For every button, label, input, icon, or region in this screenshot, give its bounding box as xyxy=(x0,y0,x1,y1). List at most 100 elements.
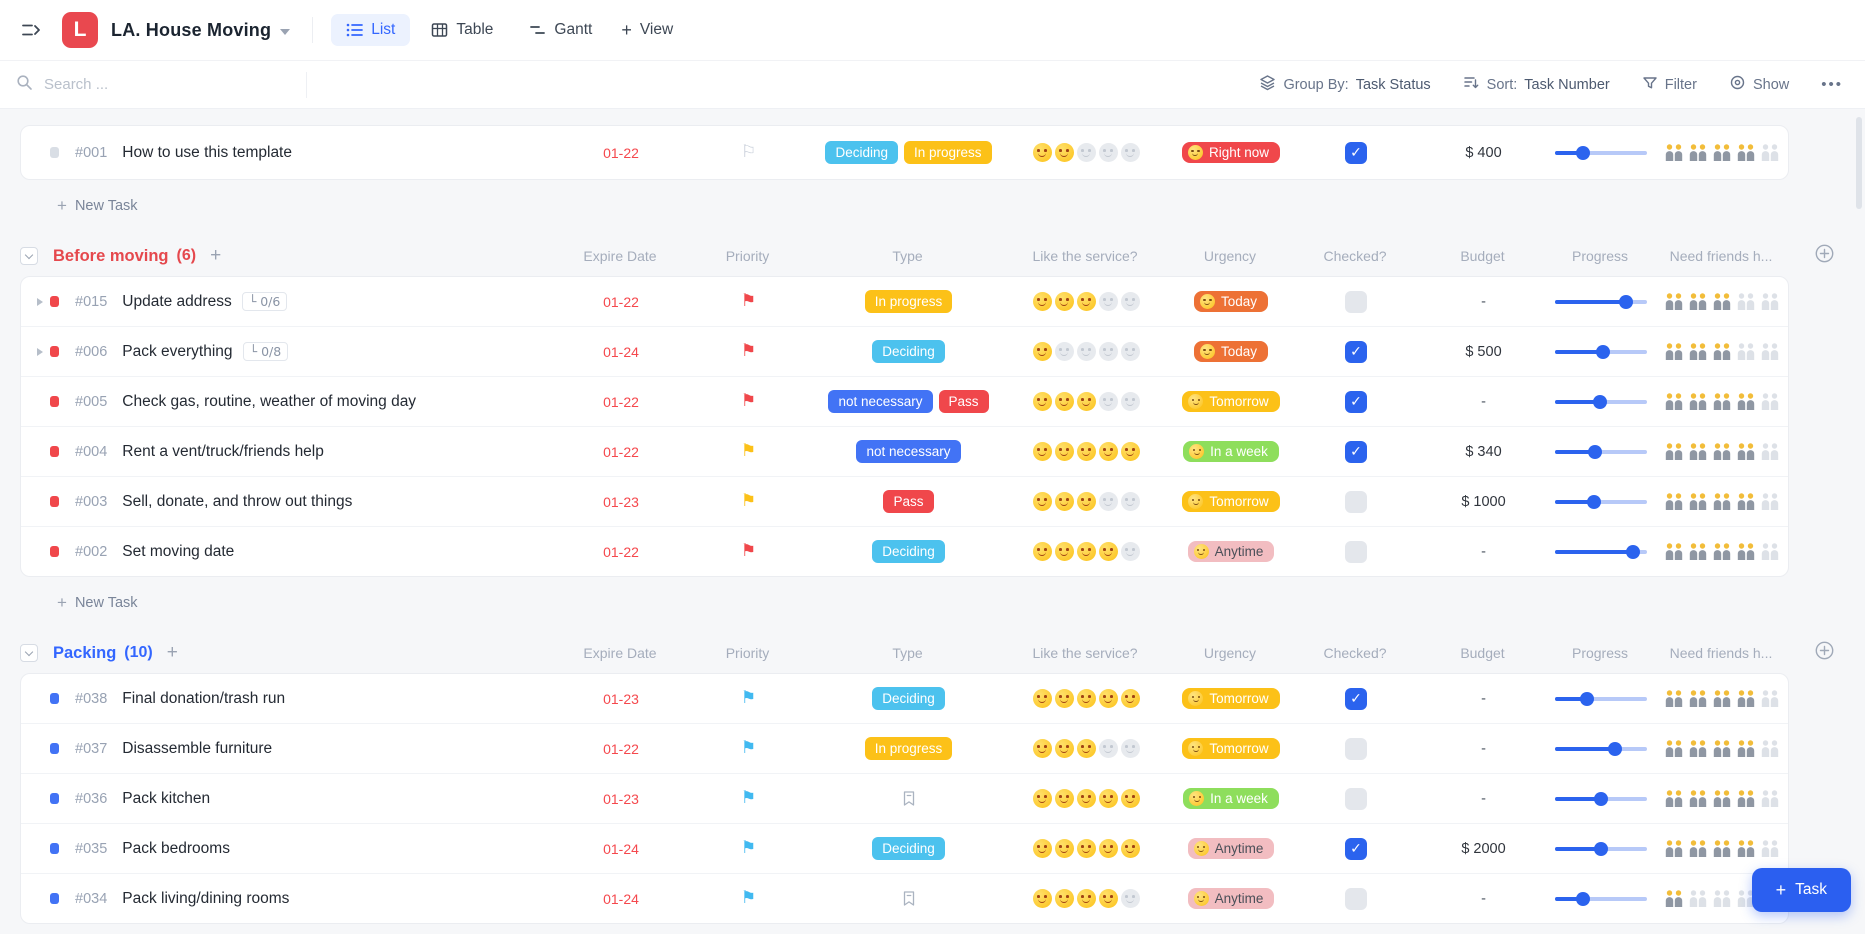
like-the-service-cell[interactable] xyxy=(1001,739,1171,758)
expire-date-cell[interactable]: 01-24 xyxy=(561,841,681,857)
task-row[interactable]: #001How to use this template01-22⚐Decidi… xyxy=(21,126,1788,179)
subtask-count-badge[interactable]: └0/6 xyxy=(242,292,288,311)
expire-date-cell[interactable]: 01-23 xyxy=(561,791,681,807)
urgency-badge[interactable]: Tomorrow xyxy=(1182,391,1279,412)
budget-cell[interactable]: $ 340 xyxy=(1421,444,1546,460)
type-badge[interactable]: Pass xyxy=(883,490,933,513)
urgency-cell[interactable]: Tomorrow xyxy=(1171,738,1291,759)
checkbox[interactable] xyxy=(1345,291,1367,313)
like-the-service-cell[interactable] xyxy=(1001,143,1171,162)
like-the-service-cell[interactable] xyxy=(1001,392,1171,411)
column-header-like-the-service[interactable]: Like the service? xyxy=(1000,645,1170,661)
column-header-expire-date[interactable]: Expire Date xyxy=(560,248,680,264)
progress-slider[interactable] xyxy=(1555,892,1647,906)
budget-cell[interactable]: - xyxy=(1421,691,1546,707)
checkbox[interactable]: ✓ xyxy=(1345,391,1367,413)
group-name[interactable]: Before moving xyxy=(53,247,169,266)
column-header-checked[interactable]: Checked? xyxy=(1290,645,1420,661)
type-badge[interactable]: Deciding xyxy=(825,141,898,164)
column-header-priority[interactable]: Priority xyxy=(680,645,815,661)
priority-cell[interactable]: ⚑ xyxy=(681,343,816,360)
scrollbar[interactable] xyxy=(1856,117,1862,209)
type-badge[interactable]: not necessary xyxy=(856,440,960,463)
column-header-urgency[interactable]: Urgency xyxy=(1170,248,1290,264)
task-row[interactable]: #034Pack living/dining rooms01-24⚑Anytim… xyxy=(21,873,1788,923)
task-row[interactable]: #037Disassemble furniture01-22⚑In progre… xyxy=(21,723,1788,773)
column-header-like-the-service[interactable]: Like the service? xyxy=(1000,248,1170,264)
column-header-progress[interactable]: Progress xyxy=(1545,645,1655,661)
slider-thumb[interactable] xyxy=(1580,692,1594,706)
expire-date-cell[interactable]: 01-22 xyxy=(561,394,681,410)
progress-slider[interactable] xyxy=(1555,146,1647,160)
urgency-badge[interactable]: In a week xyxy=(1183,788,1279,809)
like-the-service-cell[interactable] xyxy=(1001,442,1171,461)
like-the-service-cell[interactable] xyxy=(1001,542,1171,561)
more-options-icon[interactable]: ••• xyxy=(1821,76,1843,93)
type-cell[interactable]: In progress xyxy=(816,737,1001,760)
new-task-button[interactable]: +New Task xyxy=(57,590,1865,616)
expire-date-cell[interactable]: 01-22 xyxy=(561,544,681,560)
type-cell[interactable]: Deciding xyxy=(816,687,1001,710)
expire-date-cell[interactable]: 01-22 xyxy=(561,294,681,310)
column-header-urgency[interactable]: Urgency xyxy=(1170,645,1290,661)
slider-thumb[interactable] xyxy=(1594,792,1608,806)
priority-cell[interactable]: ⚑ xyxy=(681,443,816,460)
type-cell[interactable]: not necessary Pass xyxy=(816,390,1001,413)
budget-cell[interactable]: $ 400 xyxy=(1421,145,1546,161)
urgency-cell[interactable]: Anytime xyxy=(1171,838,1291,859)
task-row[interactable]: #005Check gas, routine, weather of movin… xyxy=(21,376,1788,426)
slider-thumb[interactable] xyxy=(1576,146,1590,160)
task-title[interactable]: Pack everything xyxy=(122,343,232,361)
type-badge[interactable]: not necessary xyxy=(828,390,932,413)
progress-slider[interactable] xyxy=(1555,545,1647,559)
slider-thumb[interactable] xyxy=(1608,742,1622,756)
slider-thumb[interactable] xyxy=(1626,545,1640,559)
type-badge[interactable]: Pass xyxy=(939,390,989,413)
slider-thumb[interactable] xyxy=(1593,395,1607,409)
column-header-progress[interactable]: Progress xyxy=(1545,248,1655,264)
type-badge[interactable]: In progress xyxy=(865,290,953,313)
type-cell[interactable] xyxy=(816,890,1001,907)
column-header-expire-date[interactable]: Expire Date xyxy=(560,645,680,661)
urgency-cell[interactable]: Tomorrow xyxy=(1171,688,1291,709)
expire-date-cell[interactable]: 01-22 xyxy=(561,444,681,460)
checkbox[interactable] xyxy=(1345,888,1367,910)
tab-table[interactable]: Table xyxy=(416,14,508,46)
task-title[interactable]: Final donation/trash run xyxy=(122,690,285,708)
expire-date-cell[interactable]: 01-24 xyxy=(561,891,681,907)
type-cell[interactable]: Deciding xyxy=(816,340,1001,363)
type-cell[interactable]: not necessary xyxy=(816,440,1001,463)
need-friends-cell[interactable] xyxy=(1656,739,1788,758)
column-header-need-friends-h[interactable]: Need friends h... xyxy=(1655,248,1787,264)
filter-button[interactable]: Filter xyxy=(1642,75,1697,95)
urgency-badge[interactable]: Tomorrow xyxy=(1182,688,1279,709)
need-friends-cell[interactable] xyxy=(1656,839,1788,858)
checkbox[interactable]: ✓ xyxy=(1345,688,1367,710)
type-cell[interactable] xyxy=(816,790,1001,807)
urgency-badge[interactable]: Tomorrow xyxy=(1182,491,1279,512)
priority-cell[interactable]: ⚐ xyxy=(681,144,816,161)
budget-cell[interactable]: - xyxy=(1421,741,1546,757)
type-cell[interactable]: Deciding xyxy=(816,837,1001,860)
urgency-badge[interactable]: Anytime xyxy=(1188,541,1275,562)
budget-cell[interactable]: - xyxy=(1421,891,1546,907)
priority-cell[interactable]: ⚑ xyxy=(681,393,816,410)
add-task-to-group-icon[interactable]: + xyxy=(210,245,221,267)
like-the-service-cell[interactable] xyxy=(1001,492,1171,511)
group-by-button[interactable]: Group By: Task Status xyxy=(1259,74,1430,95)
progress-slider[interactable] xyxy=(1555,742,1647,756)
type-badge[interactable]: Deciding xyxy=(872,687,945,710)
type-badge[interactable]: Deciding xyxy=(872,540,945,563)
add-field-button[interactable] xyxy=(1814,243,1835,269)
type-badge[interactable]: Deciding xyxy=(872,837,945,860)
progress-slider[interactable] xyxy=(1555,395,1647,409)
checkbox[interactable]: ✓ xyxy=(1345,142,1367,164)
task-title[interactable]: How to use this template xyxy=(122,144,292,162)
collapse-group-icon[interactable] xyxy=(20,247,38,265)
progress-slider[interactable] xyxy=(1555,345,1647,359)
like-the-service-cell[interactable] xyxy=(1001,292,1171,311)
type-badge[interactable]: Deciding xyxy=(872,340,945,363)
checkbox[interactable] xyxy=(1345,788,1367,810)
tab-gantt[interactable]: Gantt xyxy=(514,14,607,46)
checkbox[interactable]: ✓ xyxy=(1345,838,1367,860)
